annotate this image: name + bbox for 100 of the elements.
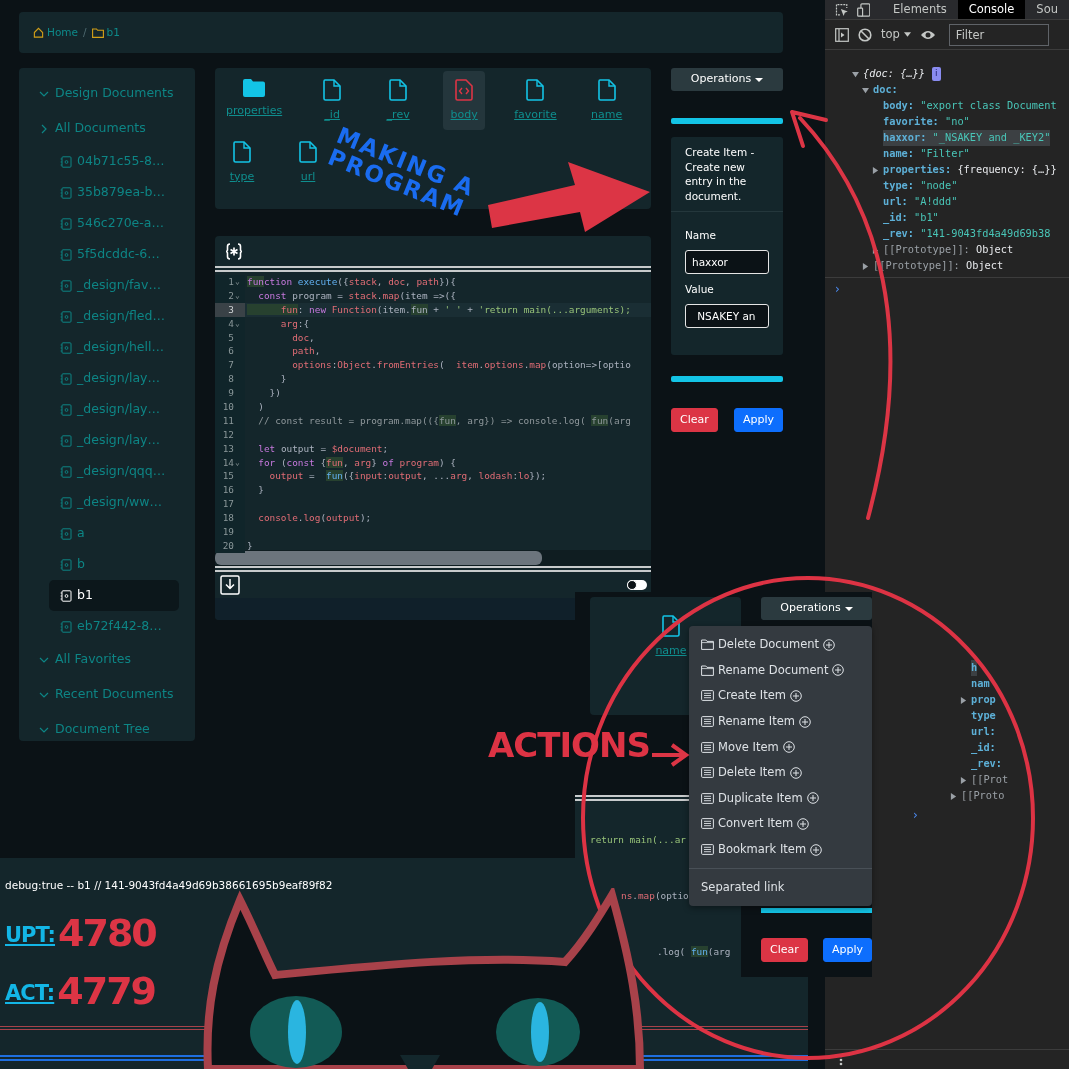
console-entry: url:: [971, 724, 996, 740]
file-link[interactable]: name: [585, 71, 628, 130]
list-icon: [701, 716, 714, 728]
sidebar-section-header[interactable]: Recent Documents: [39, 677, 189, 712]
file-icon: [526, 79, 545, 101]
devtools-tab[interactable]: Sou: [1025, 0, 1069, 19]
code-line: options:Object.fromEntries( item.options.map(option=>[optio: [291, 358, 632, 373]
console-entry[interactable]: url: "A!ddd": [883, 194, 958, 210]
code-line: ns.map(optio: [620, 889, 690, 903]
chevron-right-icon: [39, 123, 49, 134]
file-link[interactable]: body: [443, 71, 486, 130]
sidebar-item[interactable]: 04b71c55-8…: [49, 146, 179, 177]
file-icon: [233, 140, 251, 163]
sidebar-item[interactable]: eb72f442-8…: [49, 611, 179, 642]
apply-button[interactable]: Apply: [822, 938, 872, 962]
line-number: 18: [215, 511, 245, 526]
sidebar-item[interactable]: _design/hell…: [49, 332, 179, 363]
console-entry[interactable]: favorite: "no": [883, 114, 970, 130]
context-selector[interactable]: top: [881, 25, 911, 44]
braces-asterisk-icon: [225, 242, 243, 260]
breadcrumb-link[interactable]: Home: [33, 24, 78, 41]
sidebar-section-header[interactable]: All Favorites: [39, 642, 189, 677]
console-entry[interactable]: [[Prototype]]: Object: [883, 242, 1014, 258]
filter-field[interactable]: Filter: [948, 23, 1049, 46]
sidebar-item[interactable]: 546c270e-a…: [49, 208, 179, 239]
menu-item[interactable]: Bookmark Item: [689, 836, 872, 863]
line-number: 9: [215, 386, 245, 400]
menu-item[interactable]: Move Item: [689, 734, 872, 760]
sidebar-section-header[interactable]: Document Tree: [39, 712, 189, 747]
console-entry[interactable]: _rev: "141-9043fd4a49d69b38: [883, 226, 1051, 242]
file-link[interactable]: _rev: [377, 71, 420, 130]
line-number: 16: [215, 483, 245, 498]
file-link[interactable]: name: [650, 607, 692, 666]
file-icon: [60, 341, 72, 354]
code-line: for (const {fun, arg} of program) {: [257, 455, 457, 470]
clear-button[interactable]: Clear: [761, 938, 808, 962]
folder-icon: [701, 664, 714, 676]
plus-circle-icon: [799, 715, 811, 728]
file-link[interactable]: url: [287, 132, 329, 191]
sidebar-item[interactable]: _design/fav…: [49, 270, 179, 301]
code-line: output = fun({input:output, ...arg, lodash:lo});: [268, 469, 548, 484]
file-icon: [60, 465, 72, 478]
menu-item[interactable]: Delete Document: [689, 632, 872, 658]
menu-item[interactable]: Rename Item: [689, 708, 872, 735]
download-button[interactable]: [220, 575, 240, 595]
devtools-tab[interactable]: Elements: [882, 0, 958, 19]
debug-info: debug:true -- b1 // 141-9043fd4a49d69b38661695b9eaf89f82: [5, 878, 333, 893]
operations-dropdown-button[interactable]: Operations: [671, 68, 783, 91]
menu-item[interactable]: Delete Item: [689, 759, 872, 786]
sidebar-item[interactable]: b1: [49, 580, 179, 611]
download-icon: [220, 575, 240, 595]
sidebar-section-header[interactable]: Design Documents: [39, 76, 189, 111]
sidebar-item[interactable]: 5f5dcddc-6…: [49, 239, 179, 270]
console-entry[interactable]: body: "export class Document: [883, 98, 1057, 114]
file-icon: [662, 615, 680, 637]
console-entry[interactable]: type: "node": [883, 178, 958, 194]
console-entry: h: [971, 660, 978, 676]
devtools-tab[interactable]: Console: [957, 0, 1026, 19]
menu-item[interactable]: Rename Document: [689, 657, 872, 684]
plus-circle-icon: [810, 843, 823, 856]
console-summary[interactable]: {doc: {…}}: [863, 66, 925, 82]
sidebar-item[interactable]: _design/lay…: [49, 425, 179, 456]
sidebar-item[interactable]: b: [49, 549, 179, 580]
console-entry[interactable]: haxxor: "_NSAKEY and _KEY2": [883, 130, 1051, 146]
counter-value: 4779: [57, 972, 155, 1012]
operations-dropdown-button[interactable]: Operations: [761, 597, 872, 620]
clear-button[interactable]: Clear: [671, 408, 718, 432]
file-icon: [299, 140, 317, 163]
sidebar-item[interactable]: _design/ww…: [49, 487, 179, 518]
code-line: }: [246, 538, 254, 553]
menu-item[interactable]: Duplicate Item: [689, 785, 872, 812]
file-icon: [60, 589, 72, 602]
input-field[interactable]: haxxor: [685, 249, 769, 274]
plus-circle-icon: [789, 766, 802, 779]
console-entry[interactable]: doc:: [873, 82, 898, 98]
input-field[interactable]: _NSAKEY an: [685, 303, 769, 328]
menu-item[interactable]: Create Item: [689, 683, 872, 709]
sidebar-item[interactable]: _design/lay…: [49, 394, 179, 425]
line-number: 19: [215, 525, 245, 539]
line-number: 17: [215, 497, 245, 512]
file-link[interactable]: favorite: [509, 71, 562, 130]
file-link[interactable]: type: [221, 132, 263, 191]
breadcrumb-link[interactable]: b1: [91, 24, 120, 41]
file-icon: [60, 310, 72, 323]
sidebar-item[interactable]: 35b879ea-b…: [49, 177, 179, 208]
code-line: console.log(output);: [257, 511, 373, 526]
plus-circle-icon: [790, 690, 803, 702]
sidebar-group[interactable]: All Documents: [39, 111, 189, 146]
console-entry[interactable]: name: "Filter": [883, 146, 970, 162]
toggle-switch[interactable]: [627, 580, 647, 590]
apply-button[interactable]: Apply: [733, 408, 783, 432]
console-entry[interactable]: properties: {frequency: {…}}: [883, 162, 1057, 178]
menu-item[interactable]: Convert Item: [689, 811, 872, 837]
file-link[interactable]: properties: [221, 71, 288, 130]
sidebar-item[interactable]: _design/lay…: [49, 363, 179, 394]
console-entry[interactable]: _id: "b1": [883, 210, 939, 226]
sidebar-item[interactable]: _design/qqq…: [49, 456, 179, 487]
sidebar-item[interactable]: a: [49, 518, 179, 549]
sidebar-item[interactable]: _design/fled…: [49, 301, 179, 332]
menu-link[interactable]: Separated link: [689, 869, 872, 907]
